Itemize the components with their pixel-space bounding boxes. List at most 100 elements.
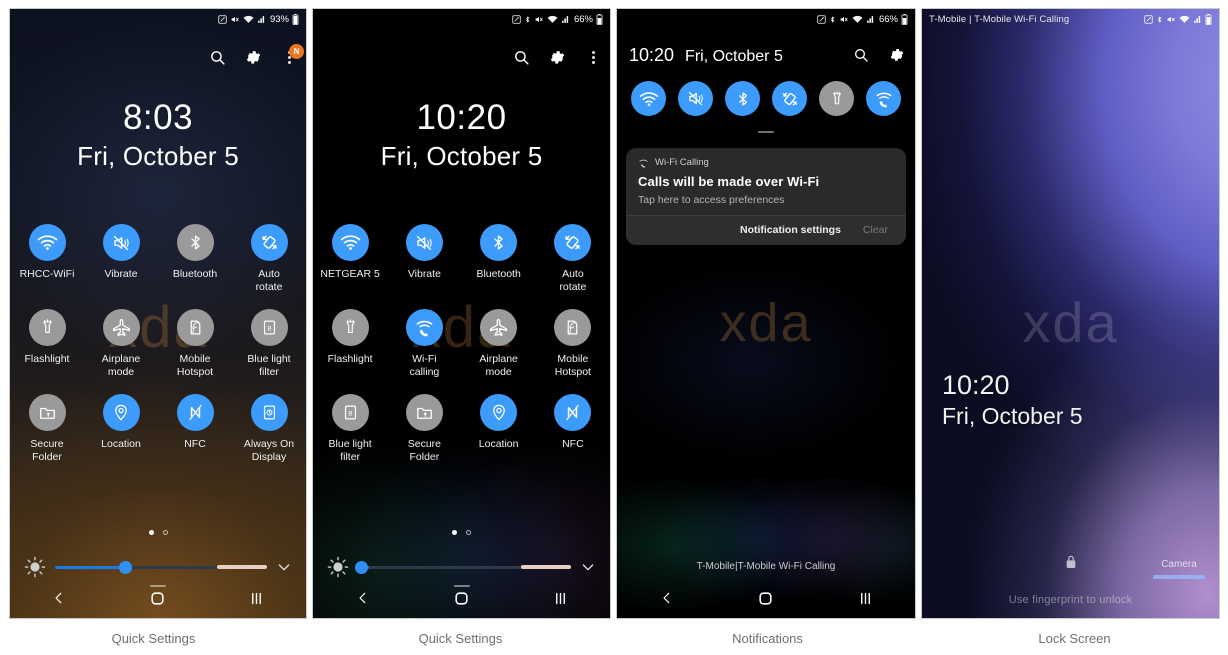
page-dot-active[interactable] — [148, 530, 154, 535]
notification-card[interactable]: Wi-Fi Calling Calls will be made over Wi… — [626, 148, 906, 245]
brightness-knob[interactable] — [355, 560, 368, 574]
clock-time: 10:20 — [416, 98, 507, 137]
brightness-slider-1[interactable] — [10, 556, 306, 578]
back-button[interactable] — [647, 583, 687, 613]
nfc-icon — [817, 14, 826, 24]
tile-mobile-hotspot[interactable]: Mobile Hotspot — [538, 309, 608, 379]
wifi-icon[interactable] — [631, 81, 666, 116]
chevron-down-icon[interactable] — [580, 559, 596, 575]
tile-secure-folder[interactable]: Secure Folder — [389, 394, 459, 464]
gear-icon[interactable] — [245, 49, 262, 66]
bluetooth-icon — [1157, 16, 1162, 22]
toggle-row: RHCC-WiFi Vibrate Bluetooth Auto rotate — [10, 224, 306, 294]
phone-screen-2: xda 66% 10:20 Fri, October 5 NETGEAR 5 V… — [312, 8, 611, 619]
tile-vibrate[interactable]: Vibrate — [86, 224, 156, 281]
wifi-icon — [852, 15, 863, 23]
wifi-calling-icon[interactable] — [866, 81, 901, 116]
panel-notifications: xda 66% 10:20 Fri, October 5 Wi-Fi Calli… — [614, 0, 921, 622]
tile-wifi[interactable]: NETGEAR 5 — [315, 224, 385, 281]
battery-percent-3: 66% — [878, 13, 898, 25]
clock-time: 10:20 — [629, 45, 675, 65]
tile-always-on-display[interactable]: Always On Display — [234, 394, 304, 464]
page-indicator-1[interactable] — [10, 530, 306, 535]
more-options-icon[interactable] — [585, 49, 602, 66]
tile-vibrate[interactable]: Vibrate — [389, 224, 459, 281]
nfc-icon — [176, 394, 214, 431]
home-button[interactable] — [442, 583, 482, 613]
more-options-icon[interactable]: N — [281, 44, 304, 66]
tile-label: Mobile Hotspot — [176, 353, 214, 378]
tile-bluetooth[interactable]: Bluetooth — [160, 224, 230, 281]
page-dot[interactable] — [466, 530, 471, 535]
tile-label: Bluetooth — [172, 268, 218, 280]
flashlight-icon — [331, 309, 369, 346]
tile-wifi-calling[interactable]: Wi-Fi calling — [389, 309, 459, 379]
tile-label: Flashlight — [327, 353, 373, 365]
tile-flashlight[interactable]: Flashlight — [315, 309, 385, 366]
home-button[interactable] — [138, 583, 178, 613]
chevron-down-icon[interactable] — [276, 559, 292, 575]
tile-location[interactable]: Location — [86, 394, 156, 451]
signal-icon — [1194, 15, 1201, 23]
wifi-calling-icon — [405, 309, 443, 346]
tile-label: Airplane mode — [479, 353, 518, 378]
recents-button[interactable] — [541, 583, 581, 613]
notification-app-row: Wi-Fi Calling — [638, 157, 894, 168]
recents-button[interactable] — [237, 583, 277, 613]
search-icon[interactable] — [513, 49, 530, 66]
tile-location[interactable]: Location — [464, 394, 534, 451]
gear-icon[interactable] — [889, 47, 905, 68]
drag-handle-3[interactable] — [758, 131, 774, 133]
auto-rotate-icon — [554, 224, 592, 261]
tile-secure-folder[interactable]: Secure Folder — [12, 394, 82, 464]
toggle-row: B Blue light filter Secure Folder Locati… — [313, 394, 610, 464]
tile-label: Auto rotate — [255, 268, 283, 293]
back-button[interactable] — [343, 583, 383, 613]
brightness-slider-2[interactable] — [313, 556, 610, 578]
recents-button[interactable] — [845, 583, 885, 613]
notification-settings-button[interactable]: Notification settings — [740, 224, 841, 236]
tile-flashlight[interactable]: Flashlight — [12, 309, 82, 366]
tile-label: RHCC-WiFi — [19, 268, 75, 280]
bluetooth-icon — [176, 224, 214, 261]
back-button[interactable] — [39, 583, 79, 613]
nfc-icon — [512, 14, 521, 24]
hotspot-icon — [176, 309, 214, 346]
flashlight-icon[interactable] — [819, 81, 854, 116]
clear-button[interactable]: Clear — [863, 224, 892, 236]
tile-blue-light-filter[interactable]: B Blue light filter — [234, 309, 304, 379]
status-bar-4: T-Mobile | T-Mobile Wi-Fi Calling — [922, 9, 1219, 29]
home-button[interactable] — [746, 583, 786, 613]
toggle-row: Secure Folder Location NFC Always On Dis… — [10, 394, 306, 464]
bluetooth-icon[interactable] — [725, 81, 760, 116]
tile-blue-light-filter[interactable]: B Blue light filter — [315, 394, 385, 464]
tile-label: Secure Folder — [407, 438, 442, 463]
camera-swipe-bar[interactable] — [1153, 575, 1205, 579]
tile-nfc[interactable]: NFC — [160, 394, 230, 451]
page-indicator-2[interactable] — [313, 530, 610, 535]
tile-airplane-mode[interactable]: Airplane mode — [464, 309, 534, 379]
phone-screen-1: xda 93% N 8:03 Fri, October 5 RHCC-WiFi … — [9, 8, 307, 619]
tile-label: Vibrate — [104, 268, 138, 280]
tile-auto-rotate[interactable]: Auto rotate — [234, 224, 304, 294]
brightness-track[interactable] — [55, 560, 267, 574]
auto-rotate-icon[interactable] — [772, 81, 807, 116]
wifi-icon — [547, 15, 558, 23]
search-icon[interactable] — [853, 47, 869, 68]
page-dot-active[interactable] — [452, 530, 457, 535]
tile-nfc[interactable]: NFC — [538, 394, 608, 451]
search-icon[interactable] — [209, 49, 226, 66]
tile-auto-rotate[interactable]: Auto rotate — [538, 224, 608, 294]
clock-time: 10:20 — [942, 370, 1010, 400]
camera-shortcut[interactable]: Camera — [1153, 559, 1205, 579]
vibrate-icon[interactable] — [678, 81, 713, 116]
tile-airplane-mode[interactable]: Airplane mode — [86, 309, 156, 379]
tile-mobile-hotspot[interactable]: Mobile Hotspot — [160, 309, 230, 379]
brightness-knob[interactable] — [118, 560, 132, 574]
gear-icon[interactable] — [549, 49, 566, 66]
page-dot[interactable] — [162, 530, 168, 535]
battery-icon — [596, 13, 603, 25]
tile-wifi[interactable]: RHCC-WiFi — [12, 224, 82, 281]
brightness-track[interactable] — [355, 560, 571, 574]
tile-bluetooth[interactable]: Bluetooth — [464, 224, 534, 281]
